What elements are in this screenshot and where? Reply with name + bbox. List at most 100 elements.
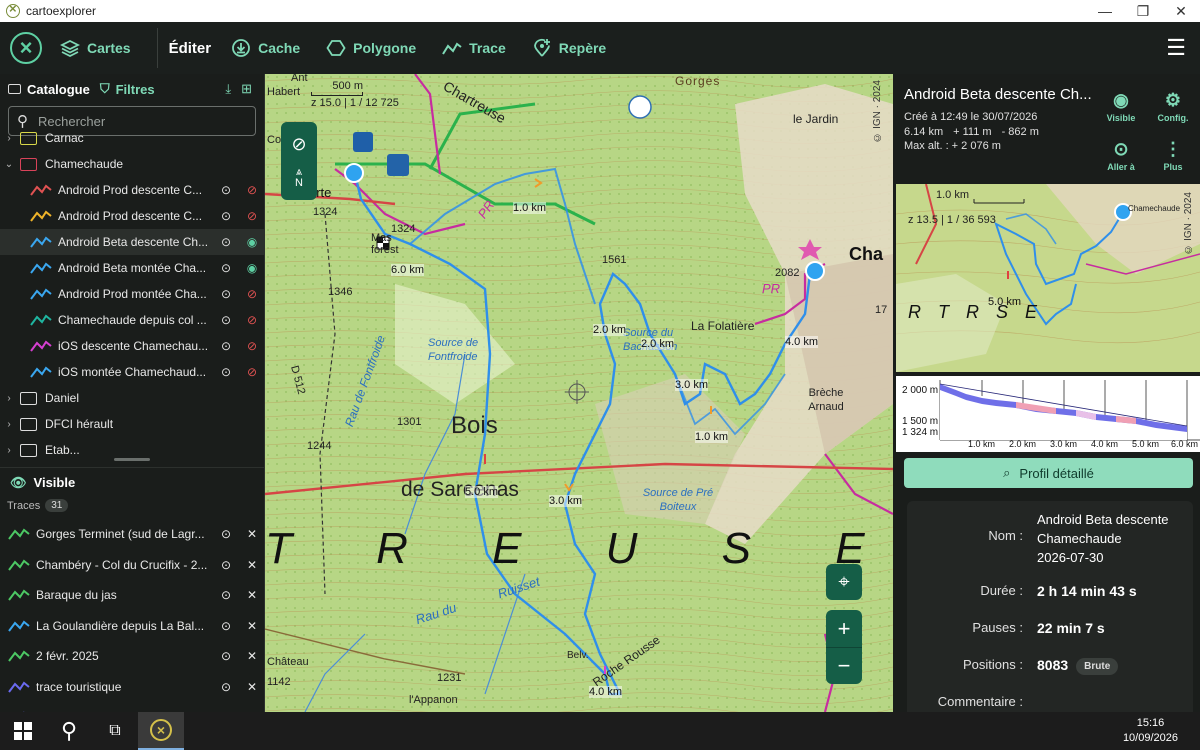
tree-trace[interactable]: Android Beta montée Cha... ⊙ ◉ [0,255,264,281]
profile-search-icon: ⌕ [1003,465,1011,480]
target-icon[interactable]: ⊙ [213,619,239,633]
target-icon[interactable]: ⊙ [213,235,239,249]
zoom-out-button[interactable]: − [826,647,862,684]
import-icon[interactable]: ⤓ [225,81,231,97]
tree-folder[interactable]: › Carnac [0,125,264,151]
gps-off-icon[interactable]: ⊘ [291,134,306,155]
visible-trace-row[interactable]: Chambéry - Col du Crucifix - 2... ⊙ ✕ [0,550,264,581]
tree-trace[interactable]: Chamechaude depuis col ... ⊙ ⊘ [0,307,264,333]
panel-splitter-handle[interactable] [114,458,150,461]
menu-icon[interactable]: ☰ [1166,35,1186,61]
eye-off-icon[interactable]: ⊘ [239,365,264,379]
eye-off-icon[interactable]: ⊘ [239,339,264,353]
locate-button[interactable]: ⌖ [826,564,862,600]
close-icon[interactable]: ✕ [239,558,264,572]
tree-folder[interactable]: › DFCI hérault [0,411,264,437]
target-icon[interactable]: ⊙ [213,527,239,541]
target-icon[interactable]: ⊙ [213,339,239,353]
tree-trace[interactable]: Android Prod descente C... ⊙ ⊘ [0,177,264,203]
start-button[interactable] [0,712,46,750]
goto-button[interactable]: ⊙ Aller à [1099,139,1143,172]
polygone-button[interactable]: Polygone [326,28,416,68]
target-icon[interactable]: ⊙ [213,588,239,602]
taskbar-clock[interactable]: 15:16 10/09/2026 [1123,716,1178,746]
tree-trace[interactable]: Android Prod montée Cha... ⊙ ⊘ [0,281,264,307]
target-icon[interactable]: ⊙ [213,261,239,275]
polygone-label: Polygone [353,40,417,56]
visible-trace-row[interactable]: 2 févr. 2025 ⊙ ✕ [0,641,264,672]
target-icon[interactable]: ⊙ [213,287,239,301]
trace-line-icon [8,528,30,540]
tree-folder[interactable]: › Daniel [0,385,264,411]
chevron-right-icon[interactable]: › [2,393,16,404]
minimize-button[interactable]: — [1086,0,1124,22]
trace-button[interactable]: Trace [442,28,506,68]
more-button[interactable]: ⋮ Plus [1151,139,1195,172]
tree-trace[interactable]: iOS montée Chamechaud... ⊙ ⊘ [0,359,264,385]
target-icon[interactable]: ⊙ [213,558,239,572]
config-button[interactable]: ⚙ Config. [1151,90,1195,123]
search-icon[interactable]: ⚲ [46,712,92,750]
zoom-in-button[interactable]: + [838,610,851,647]
target-icon[interactable]: ⊙ [213,365,239,379]
elev-y-label: 1 324 m [902,427,939,438]
eye-off-icon[interactable]: ⊘ [239,287,264,301]
visible-trace-row[interactable]: Gorges Terminet (sud de Lagr... ⊙ ✕ [0,519,264,550]
catalogue-tab[interactable]: Catalogue [8,82,90,97]
cartes-button[interactable]: Cartes [60,28,131,68]
eye-off-icon[interactable]: ⊘ [239,183,264,197]
close-icon[interactable]: ✕ [239,588,264,602]
positions-badge[interactable]: Brute [1076,658,1119,675]
mini-map[interactable]: 1.0 km z 13.5 | 1 / 36 593 © IGN · 2024 … [896,184,1200,372]
new-folder-icon[interactable]: ⊞ [241,81,252,97]
tree-trace[interactable]: Android Beta descente Ch... ⊙ ◉ [0,229,264,255]
tree-item-label: Chamechaude [45,157,124,171]
close-icon[interactable]: ✕ [239,680,264,694]
editer-label: Éditer [156,28,211,68]
chevron-right-icon[interactable]: › [2,133,16,144]
chevron-down-icon[interactable]: ⌄ [2,159,16,170]
profil-detaille-button[interactable]: ⌕ Profil détaillé [904,458,1193,488]
tree-trace[interactable]: Android Prod descente C... ⊙ ⊘ [0,203,264,229]
eye-off-icon[interactable]: ⊘ [239,313,264,327]
eye-icon[interactable]: ◉ [239,235,264,249]
target-icon[interactable]: ⊙ [213,183,239,197]
visible-section-header[interactable]: 👁 Visible [0,467,264,497]
visible-trace-row[interactable]: La Goulandière depuis La Bal... ⊙ ✕ [0,611,264,642]
visible-toggle-button[interactable]: ◉ Visible [1099,90,1143,123]
scale-zoom: z 15.0 | 1 / 12 725 [311,97,399,109]
elevation-profile[interactable]: 2 000 m 1 500 m 1 324 m 1.0 km 2.0 km 3.… [896,376,1200,452]
target-icon[interactable]: ⊙ [213,680,239,694]
visible-trace-row[interactable]: trace directe⊙✕ [0,702,264,712]
cartoexplorer-taskbar-icon[interactable]: × [138,712,184,750]
crosshair-icon: ⌖ [838,570,850,593]
main-toolbar: × Cartes Éditer Cache Polygone Trace Rep… [0,22,1200,74]
task-view-icon[interactable]: ⧉ [92,712,138,750]
visible-trace-row[interactable]: trace touristique ⊙ ✕ [0,672,264,703]
tree-folder[interactable]: ⌄ Chamechaude [0,151,264,177]
target-icon[interactable]: ⊙ [213,313,239,327]
positions-value-wrap: 8083 Brute [1023,657,1119,675]
compass-north-icon[interactable]: ⩓ N [295,166,303,189]
eye-icon[interactable]: ◉ [239,261,264,275]
target-icon[interactable]: ⊙ [213,209,239,223]
close-icon[interactable]: ✕ [239,619,264,633]
repere-button[interactable]: Repère [532,28,606,68]
app-home-button[interactable]: × [10,32,42,64]
close-icon[interactable]: ✕ [239,527,264,541]
tree-trace[interactable]: iOS descente Chamechau... ⊙ ⊘ [0,333,264,359]
target-icon[interactable]: ⊙ [213,649,239,663]
eye-off-icon[interactable]: ⊘ [239,209,264,223]
maximize-button[interactable]: ❐ [1124,0,1162,22]
chevron-right-icon[interactable]: › [2,445,16,456]
topo-map[interactable]: Gorges le Jardin Cha Chartreuse Ant Habe… [265,74,893,712]
folder-icon [20,391,37,405]
cache-button[interactable]: Cache [231,28,300,68]
profil-detaille-label: Profil détaillé [1019,465,1094,481]
visible-trace-row[interactable]: Baraque du jas ⊙ ✕ [0,580,264,611]
close-window-button[interactable]: ✕ [1162,0,1200,22]
chevron-right-icon[interactable]: › [2,419,16,430]
positions-key: Positions : [963,657,1023,672]
close-icon[interactable]: ✕ [239,649,264,663]
filtres-button[interactable]: ⛉ Filtres [100,81,155,97]
